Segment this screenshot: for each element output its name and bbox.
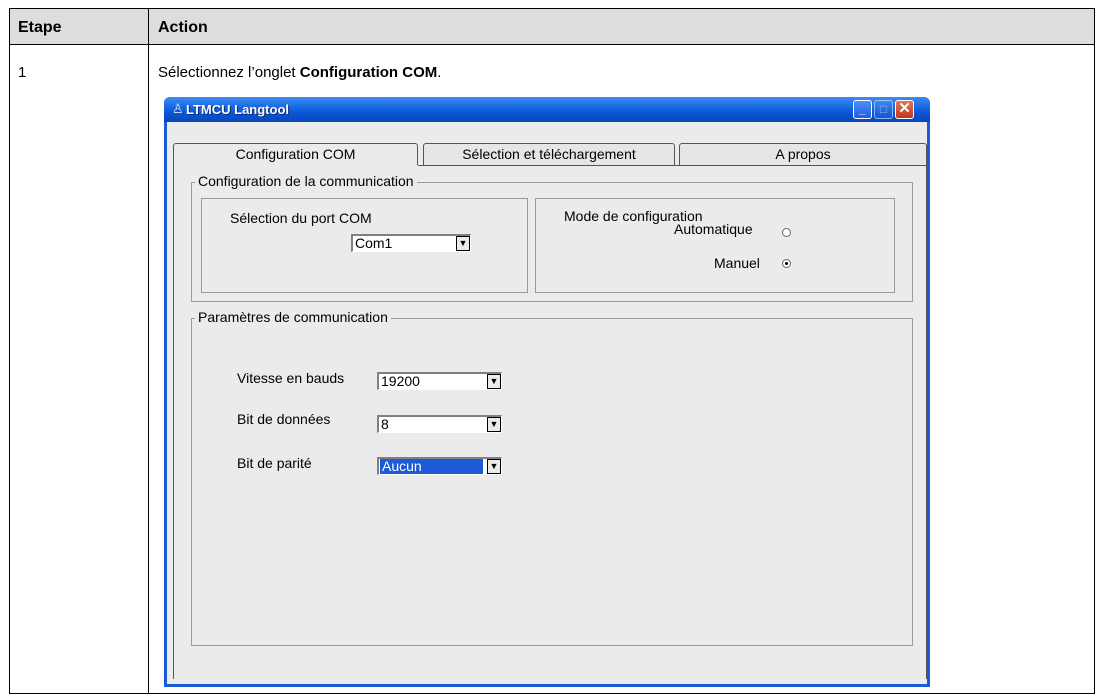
mode-manual-label: Manuel (714, 255, 760, 271)
port-value: Com1 (355, 235, 393, 251)
instruction-tab-name: Configuration COM (299, 64, 438, 81)
column-divider (148, 9, 149, 693)
minimize-button[interactable]: _ (853, 100, 872, 119)
comm-config-group: Configuration de la communication Sélect… (191, 173, 913, 302)
chevron-down-icon[interactable]: ▼ (456, 236, 470, 251)
app-icon: ♙ (172, 101, 184, 116)
chevron-down-icon[interactable]: ▼ (487, 417, 501, 432)
chevron-down-icon[interactable]: ▼ (487, 374, 501, 389)
port-select[interactable]: Com1 ▼ (351, 234, 471, 252)
parity-label: Bit de parité (237, 455, 312, 471)
step-instruction: Sélectionnez l’onglet Configuration COM. (158, 64, 442, 81)
tab-configuration-com[interactable]: Configuration COM (173, 143, 418, 165)
header-action: Action (158, 19, 208, 36)
mode-group: Mode de configuration Automatique Manuel (535, 198, 895, 293)
data-bits-value: 8 (381, 416, 389, 432)
chevron-down-icon[interactable]: ▼ (487, 459, 501, 474)
baud-label: Vitesse en bauds (237, 370, 345, 386)
window-titlebar[interactable]: ♙ LTMCU Langtool _ □ ✕ (164, 97, 930, 122)
mode-manual-radio[interactable] (782, 259, 791, 268)
data-bits-label: Bit de données (237, 411, 331, 427)
port-group: Sélection du port COM Com1 ▼ (201, 198, 528, 293)
window-title: LTMCU Langtool (186, 102, 290, 117)
comm-params-title: Paramètres de communication (195, 309, 391, 326)
data-bits-select[interactable]: 8 ▼ (377, 415, 502, 433)
tab-a-propos[interactable]: A propos (679, 143, 927, 165)
window-client: Configuration COM Sélection et télécharg… (167, 122, 927, 684)
app-window: ♙ LTMCU Langtool _ □ ✕ Configuration COM… (164, 97, 930, 687)
tab-panel: Configuration de la communication Sélect… (173, 165, 927, 679)
baud-select[interactable]: 19200 ▼ (377, 372, 502, 390)
close-button[interactable]: ✕ (895, 100, 914, 119)
parity-select[interactable]: Aucun ▼ (377, 457, 502, 475)
maximize-button[interactable]: □ (874, 100, 893, 119)
port-label: Sélection du port COM (230, 210, 372, 226)
comm-params-group: Paramètres de communication Vitesse en b… (191, 309, 913, 646)
mode-auto-radio[interactable] (782, 228, 791, 237)
parity-value: Aucun (380, 459, 483, 474)
table-header-row: Etape Action (10, 9, 1094, 45)
step-number: 1 (18, 64, 27, 81)
header-step: Etape (18, 19, 62, 36)
baud-value: 19200 (381, 373, 420, 389)
mode-auto-label: Automatique (674, 221, 753, 237)
tab-selection-telechargement[interactable]: Sélection et téléchargement (423, 143, 675, 165)
comm-config-title: Configuration de la communication (195, 173, 417, 190)
